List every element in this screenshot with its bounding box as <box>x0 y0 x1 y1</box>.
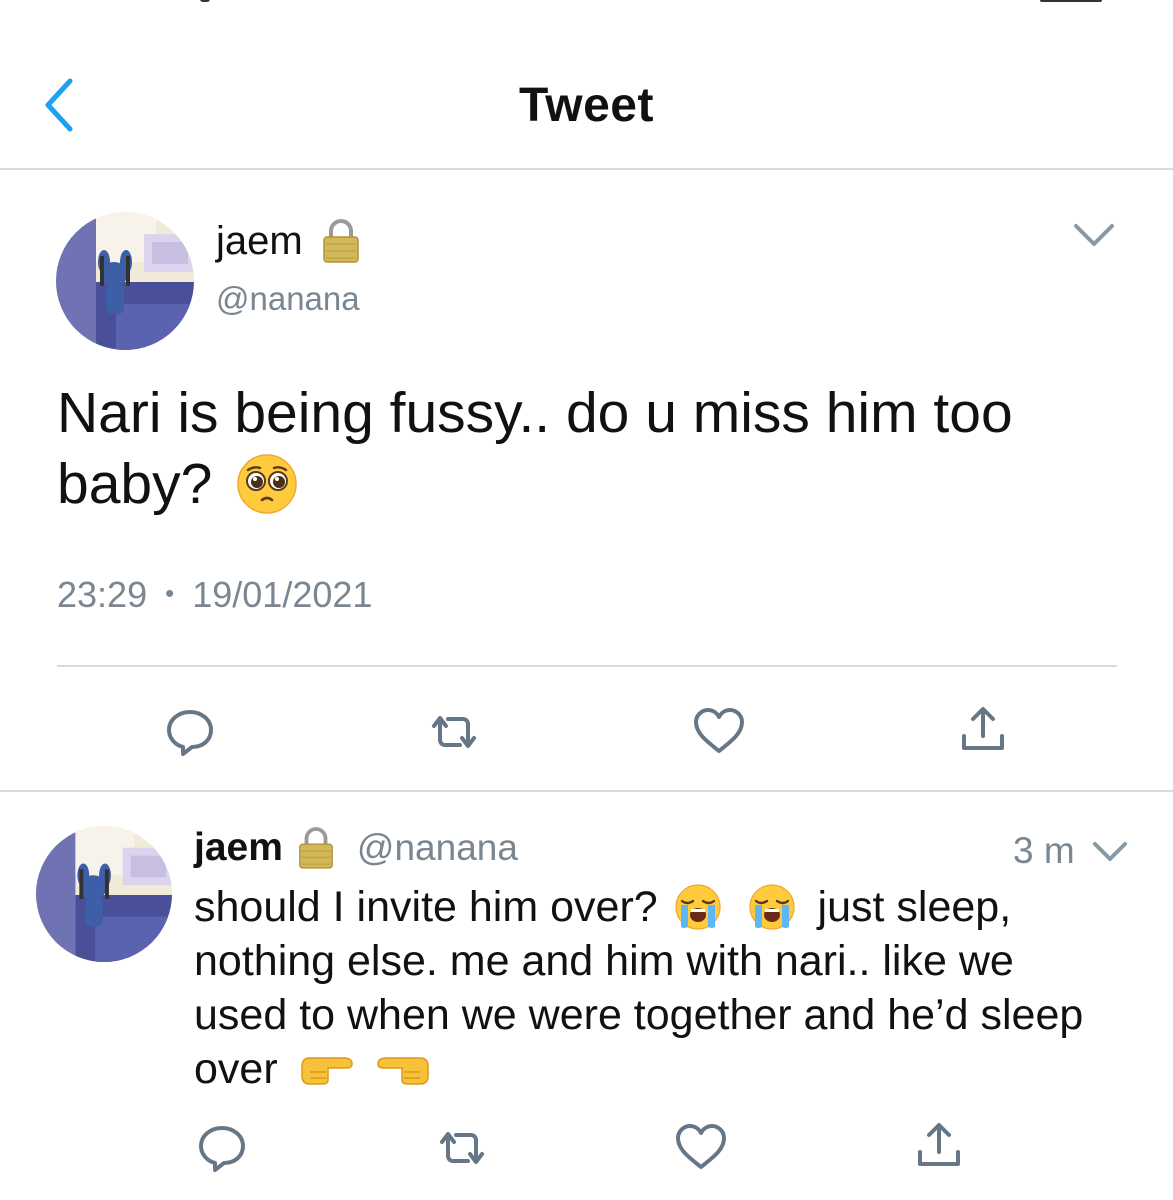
like-button[interactable] <box>692 706 746 756</box>
status-bar <box>0 0 1173 8</box>
share-button[interactable] <box>958 704 1008 756</box>
heart-icon <box>676 1124 726 1169</box>
loudly-crying-face-emoji <box>748 884 795 930</box>
like-button[interactable] <box>674 1122 728 1172</box>
share-button[interactable] <box>914 1120 964 1172</box>
retweet-button[interactable] <box>426 708 482 756</box>
reply-icon <box>199 1126 245 1172</box>
reply-text-part1: should I invite him over? <box>194 883 658 931</box>
tweet-timestamp: 23:29 • 19/01/2021 <box>57 574 372 616</box>
reply-time: 3 m <box>1013 830 1075 871</box>
status-indicator <box>200 0 210 2</box>
reply-avatar[interactable] <box>36 826 172 962</box>
tweet-date: 19/01/2021 <box>192 574 373 615</box>
page-title: Tweet <box>519 79 654 132</box>
tweet-text: Nari is being fussy.. do u miss him too … <box>57 378 1117 520</box>
reply-button[interactable] <box>164 706 216 758</box>
backhand-index-pointing-left-emoji <box>376 1056 429 1085</box>
meta-divider <box>57 665 1117 667</box>
chevron-down-icon <box>1074 224 1114 246</box>
share-icon <box>918 1123 960 1166</box>
pleading-face-emoji <box>237 454 297 514</box>
loudly-crying-face-emoji <box>675 884 721 930</box>
retweet-button[interactable] <box>434 1124 490 1172</box>
avatar-image <box>36 826 172 962</box>
tweet-options-button[interactable] <box>1068 214 1120 254</box>
heart-icon <box>694 708 744 753</box>
lock-icon <box>299 827 333 869</box>
reply-author-handle[interactable]: @nanana <box>357 827 518 869</box>
author-name[interactable]: jaem <box>216 219 303 264</box>
reply-text: should I invite him over? just sleep, no… <box>194 880 1114 1096</box>
reply-options-button[interactable] <box>1088 834 1132 868</box>
tweet-divider <box>0 790 1173 792</box>
meta-separator: • <box>165 578 175 608</box>
tweet-text-content: Nari is being fussy.. do u miss him too … <box>57 381 1013 516</box>
avatar-image <box>56 212 194 350</box>
retweet-icon <box>432 716 476 748</box>
lock-icon <box>322 219 359 263</box>
tweet-time: 23:29 <box>57 574 148 615</box>
reply-button[interactable] <box>196 1122 248 1174</box>
header-divider <box>0 168 1173 170</box>
reply-icon <box>167 710 213 756</box>
author-name-row: jaem <box>216 218 361 264</box>
chevron-down-icon <box>1093 842 1127 861</box>
author-handle[interactable]: @nanana <box>216 280 360 318</box>
reply-author-name[interactable]: jaem <box>194 826 283 870</box>
share-icon <box>962 707 1004 750</box>
reply-header: jaem @nanana <box>194 826 518 870</box>
retweet-icon <box>440 1132 484 1164</box>
backhand-index-pointing-right-emoji <box>300 1056 353 1085</box>
avatar[interactable] <box>56 212 194 350</box>
battery-icon <box>1040 0 1102 2</box>
